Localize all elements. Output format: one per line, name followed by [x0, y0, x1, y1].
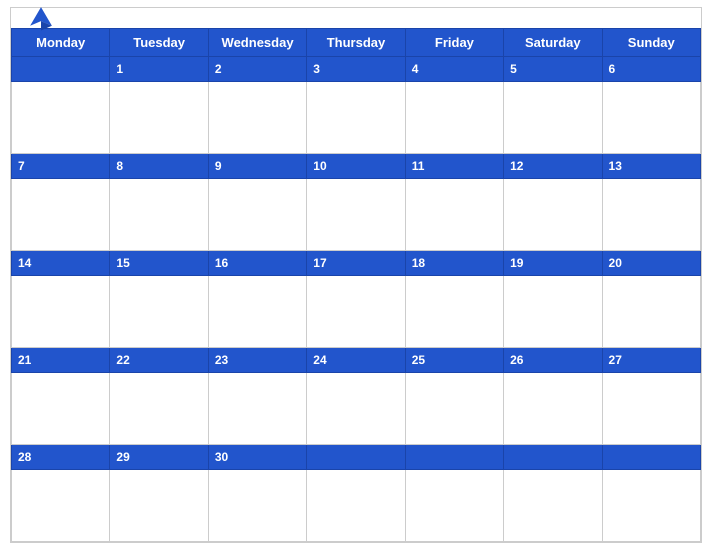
calendar-cell [12, 82, 110, 154]
calendar-cell [307, 179, 405, 251]
week-content-row [12, 470, 701, 542]
day-number-stripe: 3 [313, 62, 320, 76]
weekday-header: Tuesday [110, 29, 208, 57]
calendar-cell [110, 373, 208, 445]
calendar-cell [405, 179, 503, 251]
generalblue-logo-icon [27, 4, 55, 32]
calendar-cell [307, 373, 405, 445]
calendar-cell [208, 373, 306, 445]
week-stripe-row: 14 15 16 17 18 19 20 [12, 251, 701, 276]
week-content-row [12, 373, 701, 445]
calendar-cell [208, 179, 306, 251]
calendar-cell [405, 276, 503, 348]
calendar-cell [504, 82, 602, 154]
calendar-cell [12, 276, 110, 348]
day-number-stripe: 12 [510, 159, 523, 173]
day-number-stripe: 20 [609, 256, 622, 270]
calendar-cell [307, 82, 405, 154]
calendar-cell [405, 82, 503, 154]
day-number-stripe: 1 [116, 62, 123, 76]
day-number-stripe: 29 [116, 450, 129, 464]
week-stripe-row: 21 22 23 24 25 26 27 [12, 348, 701, 373]
day-number-stripe: 2 [215, 62, 222, 76]
day-number-stripe: 21 [18, 353, 31, 367]
calendar-cell [602, 470, 700, 542]
calendar-cell [12, 373, 110, 445]
day-number-stripe: 27 [609, 353, 622, 367]
weekday-header: Thursday [307, 29, 405, 57]
calendar-cell [12, 179, 110, 251]
calendar-cell [602, 373, 700, 445]
week-content-row [12, 82, 701, 154]
day-number-stripe: 5 [510, 62, 517, 76]
day-number-stripe: 4 [412, 62, 419, 76]
weekday-header: Monday [12, 29, 110, 57]
calendar-cell [110, 179, 208, 251]
day-number-stripe: 22 [116, 353, 129, 367]
weekday-header: Friday [405, 29, 503, 57]
calendar-header [11, 8, 701, 28]
calendar-cell [602, 179, 700, 251]
weekday-header: Saturday [504, 29, 602, 57]
day-number-stripe: 10 [313, 159, 326, 173]
calendar-cell [110, 276, 208, 348]
day-number-stripe: 23 [215, 353, 228, 367]
day-number-stripe: 28 [18, 450, 31, 464]
calendar-cell [405, 373, 503, 445]
calendar-cell [504, 179, 602, 251]
day-number-stripe: 17 [313, 256, 326, 270]
day-number-stripe: 24 [313, 353, 326, 367]
day-number-stripe: 14 [18, 256, 31, 270]
day-number-stripe: 7 [18, 159, 25, 173]
weekday-header-row: MondayTuesdayWednesdayThursdayFridaySatu… [12, 29, 701, 57]
day-number-stripe: 16 [215, 256, 228, 270]
week-content-row [12, 179, 701, 251]
day-number-stripe: 30 [215, 450, 228, 464]
day-number-stripe: 26 [510, 353, 523, 367]
calendar-cell [504, 373, 602, 445]
calendar: MondayTuesdayWednesdayThursdayFridaySatu… [10, 7, 702, 543]
weekday-header: Sunday [602, 29, 700, 57]
calendar-cell [307, 470, 405, 542]
calendar-cell [110, 82, 208, 154]
calendar-cell [12, 470, 110, 542]
calendar-cell [602, 276, 700, 348]
calendar-cell [208, 82, 306, 154]
day-number-stripe: 8 [116, 159, 123, 173]
day-number-stripe: 9 [215, 159, 222, 173]
day-number-stripe: 25 [412, 353, 425, 367]
calendar-cell [504, 470, 602, 542]
calendar-cell [602, 82, 700, 154]
day-number-stripe: 18 [412, 256, 425, 270]
week-stripe-row: 7 8 9 10 11 12 13 [12, 154, 701, 179]
day-number-stripe: 11 [412, 159, 425, 173]
week-content-row [12, 276, 701, 348]
calendar-cell [110, 470, 208, 542]
calendar-cell [405, 470, 503, 542]
logo [27, 4, 57, 32]
week-stripe-row: 28 29 30 [12, 445, 701, 470]
calendar-cell [208, 470, 306, 542]
day-number-stripe: 6 [609, 62, 616, 76]
day-number-stripe: 13 [609, 159, 622, 173]
calendar-table: MondayTuesdayWednesdayThursdayFridaySatu… [11, 28, 701, 542]
day-number-stripe: 15 [116, 256, 129, 270]
calendar-cell [307, 276, 405, 348]
day-number-stripe: 19 [510, 256, 523, 270]
week-stripe-row: 1 2 3 4 5 6 [12, 57, 701, 82]
weekday-header: Wednesday [208, 29, 306, 57]
calendar-cell [208, 276, 306, 348]
calendar-cell [504, 276, 602, 348]
